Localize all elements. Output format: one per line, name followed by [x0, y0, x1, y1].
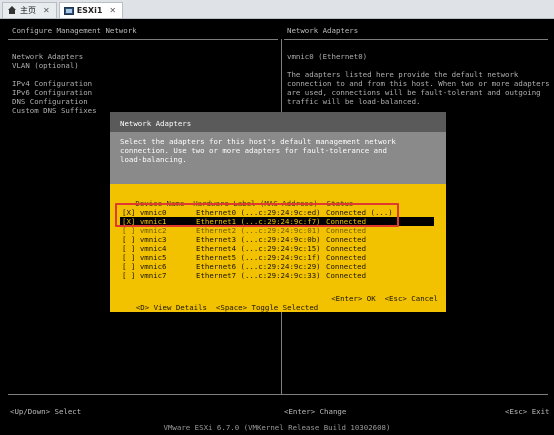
menu-item-vlan[interactable]: VLAN (optional)	[12, 61, 97, 70]
description-line: connection to and from this host. When t…	[287, 79, 550, 88]
menu-spacer	[12, 70, 97, 79]
checkbox[interactable]: [ ]	[122, 262, 135, 271]
table-row[interactable]: [ ] vmnic6 Ethernet6 (...c:29:24:9c:29) Co…	[120, 262, 434, 271]
status: Connected (...)	[326, 208, 393, 217]
status: Connected	[326, 271, 367, 280]
status: Connected	[326, 217, 367, 226]
dialog-description: Select the adapters for this host's defa…	[120, 137, 396, 164]
divider	[8, 39, 278, 40]
table-row[interactable]: [ ] vmnic7 Ethernet7 (...c:29:24:9c:33) Co…	[120, 271, 434, 280]
hardware-label: Ethernet7 (...c:29:24:9c:33)	[196, 271, 321, 280]
table-row[interactable]: [ ] vmnic4 Ethernet4 (...c:29:24:9c:15) Co…	[120, 244, 434, 253]
hardware-label: Ethernet2 (...c:29:24:9c:01)	[196, 226, 321, 235]
table-row[interactable]: [X] vmnic0 Ethernet0 (...c:29:24:9c:ed) Co…	[120, 208, 434, 217]
hint-select: <Up/Down> Select	[10, 407, 82, 416]
device-name: vmnic2	[139, 226, 167, 235]
device-name: vmnic3	[139, 235, 167, 244]
dialog-description-line: load-balancing.	[120, 155, 187, 164]
checkbox[interactable]: [ ]	[122, 244, 135, 253]
view-details-hint[interactable]: <D> View Details	[136, 303, 207, 312]
status: Connected	[326, 235, 367, 244]
status: Connected	[326, 226, 367, 235]
device-name: vmnic1	[139, 217, 167, 226]
device-name: vmnic4	[139, 244, 167, 253]
hardware-label: Ethernet5 (...c:29:24:9c:1f)	[196, 253, 321, 262]
table-row[interactable]: [ ] vmnic5 Ethernet5 (...c:29:24:9c:1f) Co…	[120, 253, 434, 262]
toggle-selected-hint[interactable]: <Space> Toggle Selected	[216, 303, 318, 312]
tab-esxi1[interactable]: ESXi1 ✕	[58, 2, 124, 18]
checkbox[interactable]: [ ]	[122, 226, 135, 235]
checkbox[interactable]: [X]	[122, 208, 135, 217]
dialog-description-line: Select the adapters for this host's defa…	[120, 137, 396, 146]
dialog-description-line: connection. Use two or more adapters for…	[120, 146, 387, 155]
hardware-label: Ethernet3 (...c:29:24:9c:0b)	[196, 235, 321, 244]
right-pane-title: Network Adapters	[287, 26, 359, 35]
description-line	[287, 61, 547, 70]
tab-home[interactable]: 主页 ✕	[2, 2, 57, 18]
table-row[interactable]: [ ] vmnic2 Ethernet2 (...c:29:24:9c:01) Co…	[120, 226, 434, 235]
hint-exit: <Esc> Exit	[505, 407, 550, 416]
hardware-label: Ethernet0 (...c:29:24:9c:ed)	[196, 208, 321, 217]
hardware-label: Ethernet4 (...c:29:24:9c:15)	[196, 244, 321, 253]
divider	[284, 39, 548, 40]
device-name: vmnic6	[139, 262, 167, 271]
left-pane-title: Configure Management Network	[12, 26, 137, 35]
adapter-table-header: Device Name Hardware Label (MAC Address)…	[122, 199, 354, 208]
menu-item-dns[interactable]: DNS Configuration	[12, 97, 97, 106]
description-line: vmnic0 (Ethernet0)	[287, 52, 368, 61]
hardware-label: Ethernet1 (...c:29:24:9c:f7)	[196, 217, 321, 226]
device-name: vmnic5	[139, 253, 167, 262]
cancel-button[interactable]: <Esc> Cancel	[385, 294, 438, 303]
device-name: vmnic0	[139, 208, 167, 217]
adapter-table: [X] vmnic0 Ethernet0 (...c:29:24:9c:ed) Co…	[120, 208, 434, 280]
close-icon[interactable]: ✕	[43, 6, 50, 15]
table-row[interactable]: [X] vmnic1 Ethernet1 (...c:29:24:9c:f7) Co…	[120, 217, 434, 226]
menu-item-ipv6[interactable]: IPv6 Configuration	[12, 88, 97, 97]
description-line: The adapters listed here provide the def…	[287, 70, 519, 79]
dialog-footer: <D> View Details <Space> Toggle Selected…	[118, 294, 438, 330]
home-icon	[7, 6, 17, 15]
tab-bar: 主页 ✕ ESXi1 ✕	[0, 0, 554, 19]
checkbox[interactable]: [ ]	[122, 253, 135, 262]
checkbox[interactable]: [ ]	[122, 271, 135, 280]
status: Connected	[326, 253, 367, 262]
status: Connected	[326, 262, 367, 271]
menu-item-ipv4[interactable]: IPv4 Configuration	[12, 79, 97, 88]
table-row[interactable]: [ ] vmnic3 Ethernet3 (...c:29:24:9c:0b) Co…	[120, 235, 434, 244]
description-line: are used, connections will be fault-tole…	[287, 88, 541, 97]
ok-button[interactable]: <Enter> OK	[331, 294, 376, 303]
tab-esxi1-label: ESXi1	[76, 6, 103, 15]
tab-home-label: 主页	[20, 6, 36, 15]
network-adapters-dialog: Network Adapters Select the adapters for…	[110, 112, 446, 312]
menu-list: Network Adapters VLAN (optional) IPv4 Co…	[12, 52, 97, 115]
menu-item-dns-suffixes[interactable]: Custom DNS Suffixes	[12, 106, 97, 115]
close-icon[interactable]: ✕	[109, 6, 116, 15]
version-footer: VMware ESXi 6.7.0 (VMKernel Release Buil…	[163, 423, 391, 432]
hardware-label: Ethernet6 (...c:29:24:9c:29)	[196, 262, 321, 271]
right-pane-description: vmnic0 (Ethernet0) The adapters listed h…	[287, 52, 550, 106]
status: Connected	[326, 244, 367, 253]
divider	[8, 394, 548, 395]
checkbox[interactable]: [X]	[122, 217, 135, 226]
vm-icon	[63, 6, 74, 15]
menu-item-network-adapters[interactable]: Network Adapters	[12, 52, 97, 61]
description-line: traffic will be load-balanced.	[287, 97, 421, 106]
hint-change: <Enter> Change	[284, 407, 347, 416]
checkbox[interactable]: [ ]	[122, 235, 135, 244]
device-name: vmnic7	[139, 271, 167, 280]
dialog-title: Network Adapters	[120, 119, 192, 128]
